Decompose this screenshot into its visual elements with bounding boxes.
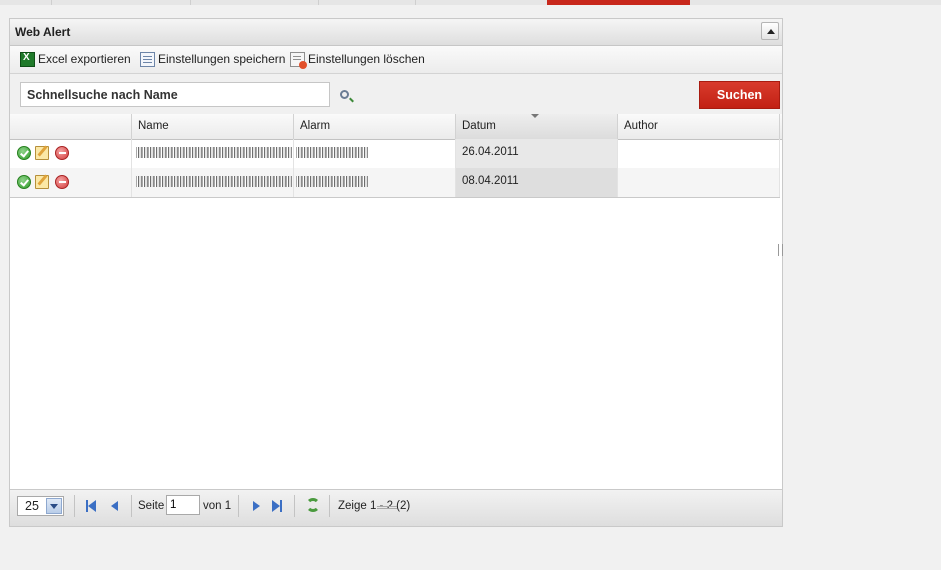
excel-icon <box>20 51 35 67</box>
grid-header: Name Alarm Datum Author <box>10 114 782 140</box>
toolbar: Excel exportieren Einstellungen speicher… <box>10 46 782 74</box>
column-header-datum-label: Datum <box>462 120 496 132</box>
pager-separator <box>329 495 330 517</box>
edit-icon[interactable] <box>35 146 49 160</box>
approve-icon[interactable] <box>17 146 31 160</box>
redacted-text <box>136 176 292 187</box>
row-actions <box>10 139 132 168</box>
remove-icon[interactable] <box>55 146 69 160</box>
panel-title: Web Alert <box>15 25 71 39</box>
nav-separator <box>318 0 319 5</box>
cell-alarm <box>294 139 456 168</box>
table-row[interactable]: 08.04.2011 <box>10 168 780 197</box>
first-page-icon[interactable] <box>86 500 96 512</box>
redacted-text <box>296 176 368 187</box>
cell-datum: 08.04.2011 <box>456 168 618 197</box>
cell-alarm <box>294 168 456 197</box>
search-icon[interactable] <box>340 90 349 99</box>
panel-resize-handle[interactable] <box>377 506 397 509</box>
next-page-icon[interactable] <box>253 501 260 511</box>
cell-datum: 26.04.2011 <box>456 139 618 168</box>
nav-separator <box>415 0 416 5</box>
table-row[interactable]: 26.04.2011 <box>10 139 780 168</box>
save-settings-label: Einstellungen speichern <box>158 52 286 66</box>
column-header-actions[interactable] <box>10 114 132 139</box>
page-label: Seite <box>138 500 165 512</box>
results-grid: Name Alarm Datum Author 26.04.2011 08.04… <box>10 114 782 198</box>
approve-icon[interactable] <box>17 175 31 189</box>
page-number-input[interactable] <box>166 495 200 515</box>
excel-export-label: Excel exportieren <box>38 52 131 66</box>
save-settings-button[interactable]: Einstellungen speichern <box>140 51 285 67</box>
chevron-down-icon[interactable] <box>46 498 62 514</box>
column-header-datum[interactable]: Datum <box>456 114 618 139</box>
delete-settings-button[interactable]: Einstellungen löschen <box>290 51 425 69</box>
search-bar: Suchen <box>10 74 782 116</box>
remove-icon[interactable] <box>55 175 69 189</box>
pager-separator <box>74 495 75 517</box>
collapse-button[interactable] <box>761 22 779 40</box>
top-navigation <box>0 0 941 5</box>
page-size-select[interactable]: 25 <box>17 496 64 516</box>
quick-search-input[interactable] <box>20 82 330 107</box>
cell-author <box>618 139 780 168</box>
nav-active-tab[interactable] <box>547 0 690 5</box>
web-alert-panel: Web Alert Excel exportieren Einstellunge… <box>9 18 783 527</box>
delete-settings-label: Einstellungen löschen <box>308 52 425 66</box>
sort-descending-icon <box>531 114 539 118</box>
display-info: Zeige 1 - 2 (2) <box>338 500 411 512</box>
excel-export-button[interactable]: Excel exportieren <box>20 51 131 67</box>
pager-separator <box>294 495 295 517</box>
pager-separator <box>238 495 239 517</box>
cell-name <box>132 139 294 168</box>
page-size-value: 25 <box>25 499 39 513</box>
grid-divider <box>10 197 780 198</box>
column-resize-grip[interactable] <box>778 244 783 256</box>
page-count-label: von 1 <box>203 500 232 512</box>
row-actions <box>10 168 132 197</box>
redacted-text <box>296 147 368 158</box>
search-button[interactable]: Suchen <box>699 81 780 109</box>
refresh-icon[interactable] <box>306 498 320 512</box>
cell-name <box>132 168 294 197</box>
cell-author <box>618 168 780 197</box>
column-header-alarm[interactable]: Alarm <box>294 114 456 139</box>
pager-separator <box>131 495 132 517</box>
previous-page-icon[interactable] <box>111 501 118 511</box>
delete-settings-icon <box>290 51 307 69</box>
nav-separator <box>190 0 191 5</box>
save-settings-icon <box>140 51 155 67</box>
edit-icon[interactable] <box>35 175 49 189</box>
column-header-name[interactable]: Name <box>132 114 294 139</box>
nav-separator <box>51 0 52 5</box>
column-header-author[interactable]: Author <box>618 114 780 139</box>
panel-header: Web Alert <box>10 19 782 46</box>
last-page-icon[interactable] <box>272 500 282 512</box>
redacted-text <box>136 147 292 158</box>
